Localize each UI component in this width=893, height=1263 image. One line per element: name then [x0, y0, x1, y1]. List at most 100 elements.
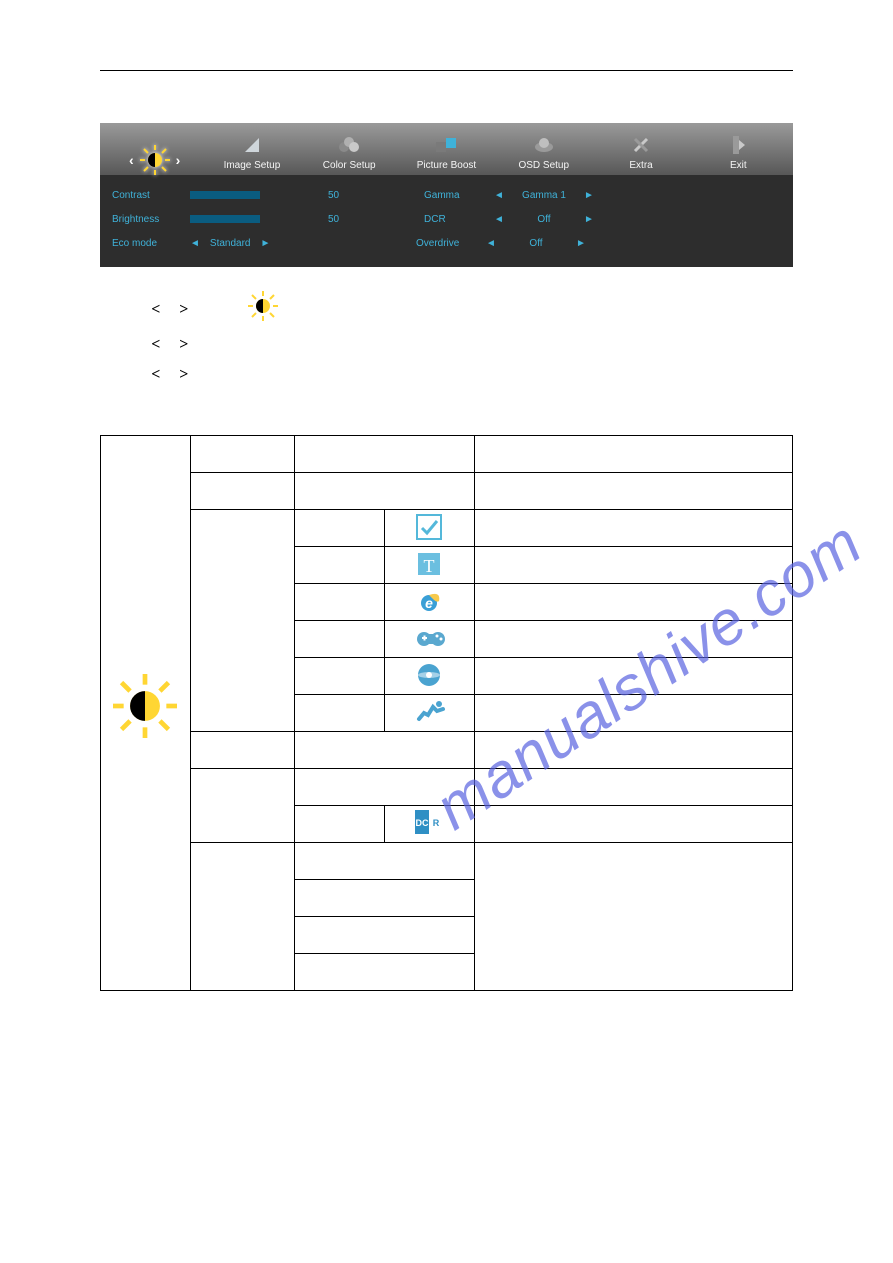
instr-text: 4. Press AUTO to exit. — [100, 394, 228, 409]
tab-label: Exit — [730, 160, 747, 171]
top-divider — [100, 70, 793, 71]
triangle-left-icon: ◄ — [484, 238, 498, 249]
cell-desc: Internet Mode — [474, 584, 792, 621]
cell-desc: Disable dynamic contrast ratio — [474, 769, 792, 806]
cell-name: Internet — [294, 584, 384, 621]
chevron-left-icon: ‹ — [129, 152, 134, 168]
cell-gamma-label: Gamma — [190, 732, 294, 769]
triangle-right-icon: ► — [574, 238, 588, 249]
cell-name: Movie — [294, 658, 384, 695]
osd-tab-osd-setup: OSD Setup — [495, 132, 592, 175]
luminance-spec-table: Luminance Contrast 0-100 Contrast from D… — [100, 435, 793, 991]
picture-boost-icon — [436, 138, 456, 152]
cell-desc: Sports Mode — [474, 695, 792, 732]
ecomode-choice: Standard — [210, 238, 251, 249]
cell-desc: Enable dynamic contrast ratio — [474, 806, 792, 843]
tab-label: Extra — [629, 160, 652, 171]
svg-text:T: T — [424, 556, 435, 576]
cell-desc: Standard Mode — [474, 510, 792, 547]
cell-gamma-options: Gamma1 / Gamma2 / Gamma3 — [294, 732, 474, 769]
tab-label: Image Setup — [224, 160, 281, 171]
cell-desc: Adjust the response time. — [474, 843, 792, 991]
extra-icon — [632, 136, 650, 154]
osd-label: DCR — [424, 214, 484, 225]
cell-name: Game — [294, 621, 384, 658]
instructions-block: 1. Press < or > to select (Luminance), a… — [100, 291, 793, 415]
cell-opt: Weak — [294, 880, 474, 917]
svg-text:e: e — [425, 595, 433, 611]
triangle-left-icon: ◄ — [190, 238, 200, 249]
triangle-left-icon: ◄ — [492, 214, 506, 225]
osd-tab-exit: Exit — [690, 132, 787, 175]
cell-desc: Contrast from Digital-register. — [474, 436, 792, 473]
cell-opt: Strong — [294, 954, 474, 991]
instr-text: 2. Press — [100, 337, 151, 352]
cell-name: Standard — [294, 510, 384, 547]
cell-range: 0-100 — [294, 473, 474, 510]
osd-label: Brightness — [112, 214, 182, 225]
instr-text: to select submenu, and press MENU to ent… — [192, 337, 454, 352]
image-setup-icon — [243, 136, 261, 154]
brightness-slider — [190, 215, 260, 223]
cell-desc: Text Mode — [474, 547, 792, 584]
osd-label: Contrast — [112, 190, 182, 201]
less-than-icon: < — [151, 336, 160, 353]
standard-mode-icon — [415, 513, 443, 541]
cell-desc: Game Mode — [474, 621, 792, 658]
cell-name: Sports — [294, 695, 384, 732]
page-number: 22 — [0, 1043, 893, 1057]
osd-screenshot: ‹ › Image Setup — [100, 123, 793, 267]
cell-overdrive-label: Overdrive — [190, 843, 294, 991]
less-than-icon: < — [151, 366, 160, 383]
osd-tab-color-setup: Color Setup — [301, 132, 398, 175]
less-than-icon: < — [151, 301, 160, 318]
instr-text: or — [164, 337, 179, 352]
cell-name: Contrast — [190, 436, 294, 473]
luminance-icon — [113, 674, 177, 738]
cell-name: Off — [294, 769, 474, 806]
cell-dcr-label: DCR — [190, 769, 294, 843]
gamma-choice: Gamma 1 — [514, 190, 574, 201]
group-label: Luminance — [105, 741, 186, 753]
instr-text: or — [164, 302, 179, 317]
triangle-right-icon: ► — [261, 238, 271, 249]
instr-text: to adjust. — [192, 367, 245, 382]
greater-than-icon: > — [179, 366, 188, 383]
brightness-value: 50 — [328, 214, 348, 225]
contrast-slider — [190, 191, 260, 199]
cell-desc: Movie Mode — [474, 658, 792, 695]
osd-tab-image-setup: Image Setup — [203, 132, 300, 175]
svg-text:DC: DC — [416, 818, 429, 828]
tab-label: OSD Setup — [518, 160, 569, 171]
group-cell: Luminance — [101, 436, 191, 991]
text-mode-icon: T — [415, 550, 443, 578]
greater-than-icon: > — [179, 301, 188, 318]
tab-label: Picture Boost — [417, 160, 476, 171]
triangle-right-icon: ► — [582, 214, 596, 225]
color-setup-icon — [338, 137, 360, 153]
cell-name: On — [294, 806, 384, 843]
exit-icon — [731, 136, 745, 154]
osd-tab-luminance-active: ‹ › — [106, 145, 203, 175]
contrast-value: 50 — [328, 190, 348, 201]
instr-text: or — [164, 367, 179, 382]
greater-than-icon: > — [179, 336, 188, 353]
chevron-right-icon: › — [176, 152, 181, 168]
cell-name: Brightness — [190, 473, 294, 510]
section-title: Luminance — [100, 91, 793, 109]
cell-desc: Adjust to Gamma — [474, 732, 792, 769]
triangle-left-icon: ◄ — [492, 190, 506, 201]
cell-opt: Off — [294, 843, 474, 880]
osd-label: Eco mode — [112, 238, 182, 249]
game-mode-icon — [415, 625, 443, 653]
osd-tab-picture-boost: Picture Boost — [398, 132, 495, 175]
luminance-icon — [248, 291, 278, 330]
instr-text: 1. Press — [100, 302, 151, 317]
movie-mode-icon — [415, 661, 443, 689]
tab-label: Color Setup — [323, 160, 376, 171]
cell-desc: Backlight Adjustment — [474, 473, 792, 510]
cell-range: 0-100 — [294, 436, 474, 473]
osd-label: Gamma — [424, 190, 484, 201]
sports-mode-icon — [415, 699, 443, 727]
osd-setup-icon — [534, 137, 554, 153]
